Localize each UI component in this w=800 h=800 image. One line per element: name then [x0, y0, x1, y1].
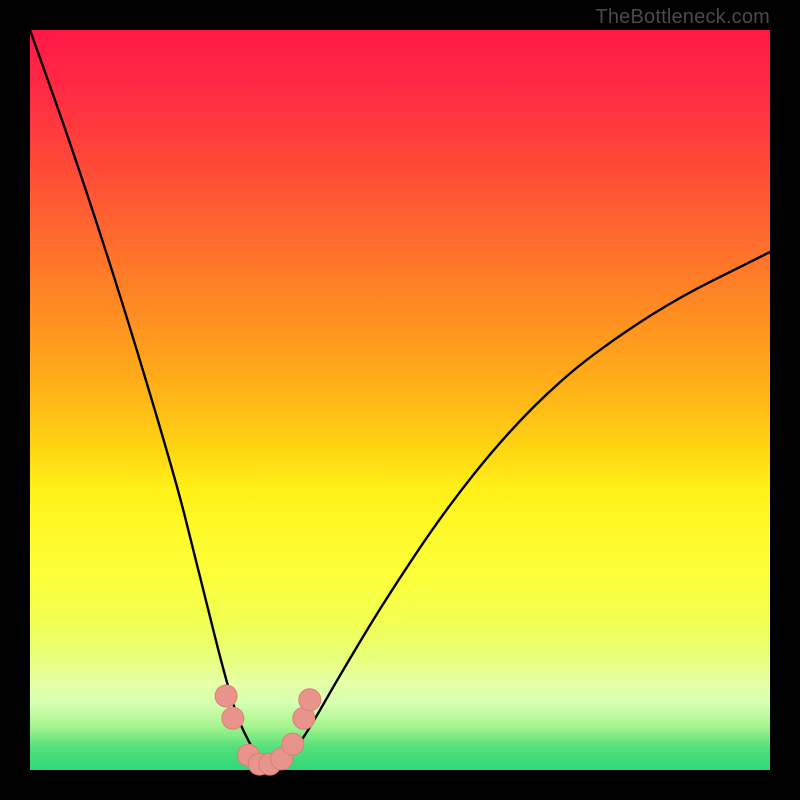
marker-group	[215, 685, 321, 775]
curve-overlay	[30, 30, 770, 770]
plot-area	[30, 30, 770, 770]
data-marker	[222, 707, 244, 729]
chart-frame: TheBottleneck.com	[0, 0, 800, 800]
watermark-text: TheBottleneck.com	[595, 6, 770, 29]
data-marker	[299, 689, 321, 711]
data-marker	[215, 685, 237, 707]
bottleneck-curve	[30, 30, 770, 763]
data-marker	[282, 733, 304, 755]
